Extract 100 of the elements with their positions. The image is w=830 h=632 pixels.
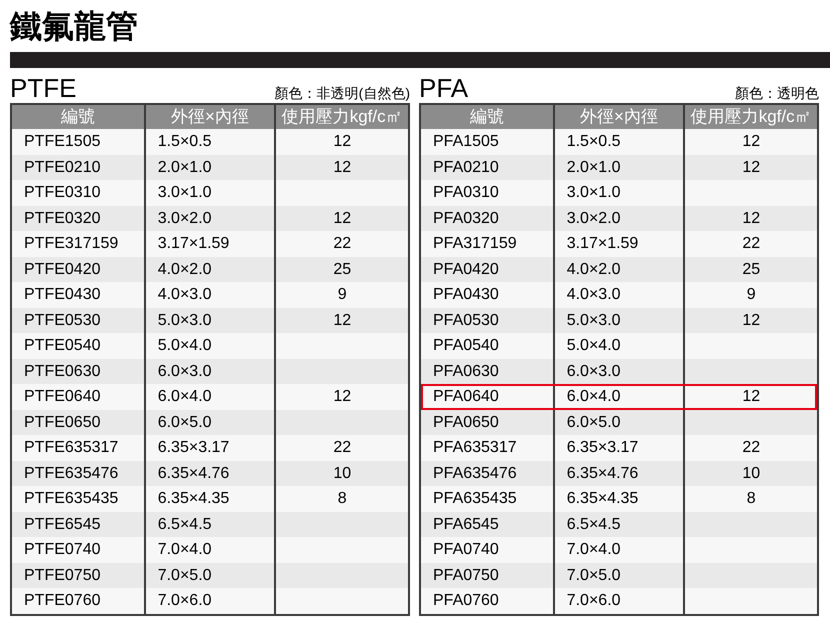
table-cell: 25 (333, 260, 352, 278)
table-cell: PFA0210 (433, 158, 499, 176)
table-cell: PFA0540 (433, 337, 499, 354)
table-cell: 8 (746, 490, 756, 507)
table-cell: 9 (746, 286, 756, 303)
table-cell: 3.17×1.59 (566, 235, 638, 252)
section-heading: PTFE (10, 74, 76, 102)
table-cell: 12 (742, 133, 760, 150)
table-cell: 7.0×5.0 (566, 566, 621, 584)
table-cell: 22 (742, 439, 760, 456)
table-cell: 4.0×3.0 (566, 286, 621, 303)
table-cell: PFA0430 (433, 286, 499, 303)
table-cell: PFA0650 (433, 414, 499, 430)
table-cell: PFA0320 (433, 210, 499, 226)
table-cell: PTFE0760 (24, 592, 100, 609)
table-cell: 6.35×4.76 (566, 464, 638, 482)
table-cell: 6.35×3.17 (158, 439, 230, 456)
table-cell: 5.0×4.0 (158, 337, 212, 354)
table-cell: 6.35×4.35 (158, 490, 230, 507)
table-cell: 2.0×1.0 (158, 158, 212, 176)
table-cell: PFA0640 (433, 388, 499, 405)
table-cell: 7.0×4.0 (566, 541, 621, 558)
column-header: 外徑×內徑 (554, 105, 686, 129)
table-cell: 12 (742, 388, 760, 405)
table-cell: 3.0×2.0 (158, 210, 212, 226)
table-cell: 3.0×1.0 (566, 184, 621, 201)
table-cell: 1.5×0.5 (158, 133, 212, 150)
table-cell: 12 (333, 312, 352, 328)
table-cell: PTFE0530 (24, 312, 100, 328)
table-cell: 3.0×2.0 (566, 210, 621, 226)
column-header: 編號 (421, 105, 555, 129)
table-cell: PTFE0310 (24, 184, 100, 201)
color-note: 顏色：非透明(自然色) (274, 84, 410, 102)
table-cell: 6.0×3.0 (566, 362, 621, 380)
table-cell: PFA0530 (433, 312, 499, 328)
table-cell: 2.0×1.0 (566, 158, 621, 176)
table-cell: PTFE635476 (24, 464, 118, 482)
table-cell: PFA0630 (433, 362, 499, 380)
table-cell: 6.0×4.0 (566, 388, 621, 405)
table-cell: PTFE6545 (24, 516, 100, 532)
column-header: 使用壓力kgf/c㎡ (276, 105, 408, 129)
table-cell: PTFE0750 (24, 566, 100, 584)
table-cell: 8 (338, 490, 347, 507)
table-cell: PTFE0420 (24, 260, 100, 278)
page-title: 鐵氟龍管 (10, 7, 138, 46)
table-cell: 12 (742, 210, 760, 226)
column-header: 外徑×內徑 (146, 105, 276, 129)
table-cell: 4.0×3.0 (158, 286, 212, 303)
table-cell: 7.0×4.0 (158, 541, 212, 558)
table-cell: 6.35×4.35 (566, 490, 638, 507)
table-cell: PTFE0430 (24, 286, 100, 303)
table-cell: 6.0×5.0 (566, 414, 621, 430)
table-cell: PFA6545 (433, 516, 499, 532)
table-cell: PFA0420 (433, 260, 499, 278)
table-cell: 10 (333, 464, 352, 482)
table-cell: 12 (333, 388, 352, 405)
table-cell: 22 (742, 235, 760, 252)
table-cell: 12 (742, 312, 760, 328)
table-cell: 12 (742, 158, 760, 176)
table-cell: 22 (333, 235, 352, 252)
table-cell: 25 (742, 260, 760, 278)
table-cell: 1.5×0.5 (566, 133, 621, 150)
table-cell: PFA0760 (433, 592, 499, 609)
table-cell: 9 (338, 286, 347, 303)
table-cell: 7.0×6.0 (566, 592, 621, 609)
table-cell: PTFE317159 (24, 235, 118, 252)
table-cell: 5.0×4.0 (566, 337, 621, 354)
table-cell: 6.5×4.5 (158, 516, 212, 532)
table-cell: 3.17×1.59 (158, 235, 230, 252)
column-header: 編號 (12, 105, 146, 129)
table-cell: PTFE0630 (24, 362, 100, 380)
table-cell: 6.35×3.17 (566, 439, 638, 456)
table-cell: 7.0×6.0 (158, 592, 212, 609)
table-cell: 4.0×2.0 (566, 260, 621, 278)
table-cell: PTFE0740 (24, 541, 100, 558)
table-cell: PTFE0540 (24, 337, 100, 354)
color-note: 顏色：透明色 (735, 84, 819, 102)
table-cell: 6.0×5.0 (158, 414, 212, 430)
table-cell: 7.0×5.0 (158, 566, 212, 584)
section-heading: PFA (419, 74, 468, 102)
table-cell: PTFE0320 (24, 210, 100, 226)
table-cell: 12 (333, 133, 352, 150)
table-cell: 5.0×3.0 (158, 312, 212, 328)
table-cell: 5.0×3.0 (566, 312, 621, 328)
table-cell: PFA635435 (433, 490, 517, 507)
table-cell: PTFE0640 (24, 388, 100, 405)
table-cell: 6.0×4.0 (158, 388, 212, 405)
table-cell: PTFE1505 (24, 133, 100, 150)
table-cell: PTFE0210 (24, 158, 100, 176)
table-cell: 6.35×4.76 (158, 464, 230, 482)
table-cell: 12 (333, 210, 352, 226)
table-cell: PFA635476 (433, 464, 517, 482)
table-cell: PFA0310 (433, 184, 499, 201)
table-cell: 10 (742, 464, 760, 482)
column-header: 使用壓力kgf/c㎡ (685, 105, 817, 129)
table-cell: 4.0×2.0 (158, 260, 212, 278)
table-cell: PFA317159 (433, 235, 517, 252)
table-cell: PFA0750 (433, 566, 499, 584)
table-cell: 6.0×3.0 (158, 362, 212, 380)
table-cell: PTFE635317 (24, 439, 118, 456)
